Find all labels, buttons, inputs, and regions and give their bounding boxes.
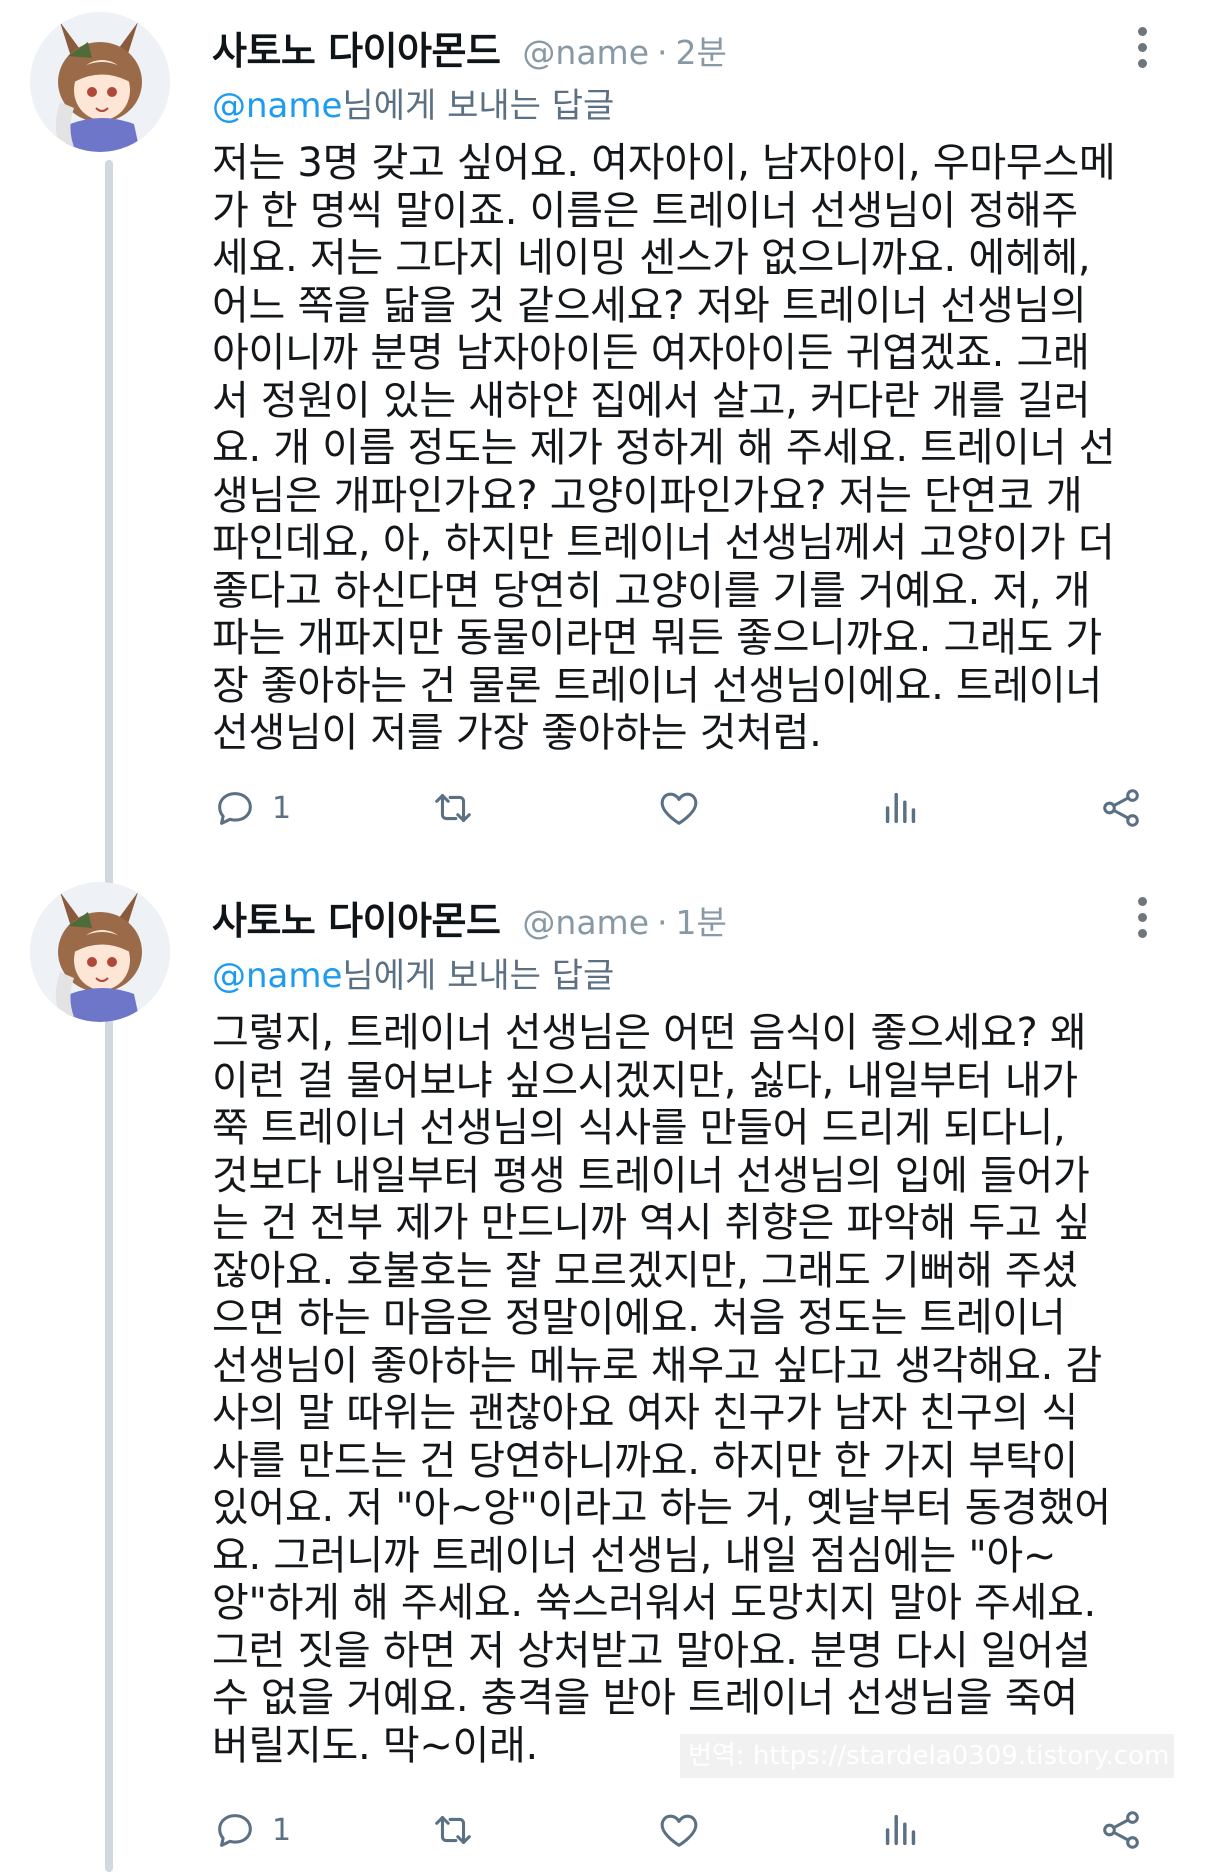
display-name[interactable]: 사토노 다이아몬드 xyxy=(212,20,501,75)
separator-dot: · xyxy=(657,33,668,72)
reply-button[interactable]: 1 xyxy=(212,1800,291,1860)
like-button[interactable] xyxy=(656,778,702,838)
share-button[interactable] xyxy=(1098,778,1144,838)
retweet-icon xyxy=(435,794,471,822)
user-handle[interactable]: @name xyxy=(522,33,649,72)
reply-icon xyxy=(218,1814,252,1847)
avatar[interactable] xyxy=(30,882,170,1022)
replying-to-label: 님에게 보내는 답글 xyxy=(342,86,615,126)
reply-icon xyxy=(218,792,252,825)
retweet-button[interactable] xyxy=(430,778,476,838)
like-button[interactable] xyxy=(656,1800,702,1860)
reply-to-handle-link[interactable]: @name xyxy=(212,956,342,996)
reply-count: 1 xyxy=(272,1812,292,1848)
separator-dot: · xyxy=(657,903,668,942)
retweet-icon xyxy=(435,1816,471,1844)
tweet-header: 사토노 다이아몬드 @name · 1분 xyxy=(212,890,727,943)
stats-icon xyxy=(885,792,916,824)
more-options-button[interactable] xyxy=(1122,22,1162,72)
like-icon xyxy=(660,1814,698,1847)
view-stats-button[interactable] xyxy=(878,1800,924,1860)
tweet-text: 그렇지, 트레이너 선생님은 어떤 음식이 좋으세요? 왜 이런 걸 물어보냐 … xyxy=(212,1010,1111,1769)
share-icon xyxy=(1103,1811,1139,1849)
replying-to-label: 님에게 보내는 답글 xyxy=(342,956,615,996)
like-icon xyxy=(660,792,698,825)
tweet[interactable]: 사토노 다이아몬드 @name · 1분 @name님에게 보내는 답글 그렇지… xyxy=(0,870,1220,1872)
user-handle[interactable]: @name xyxy=(522,903,649,942)
display-name[interactable]: 사토노 다이아몬드 xyxy=(212,890,501,945)
share-button[interactable] xyxy=(1098,1800,1144,1860)
replying-to: @name님에게 보내는 답글 xyxy=(212,78,614,127)
tweet[interactable]: 사토노 다이아몬드 @name · 2분 @name님에게 보내는 답글 저는 … xyxy=(0,0,1220,860)
tweet-actions: 1 xyxy=(212,1800,1172,1860)
avatar[interactable] xyxy=(30,12,170,152)
more-options-button[interactable] xyxy=(1122,892,1162,942)
translator-watermark: 번역: https://stardela0309.tistory.com xyxy=(680,1734,1174,1778)
share-icon xyxy=(1103,789,1139,827)
view-stats-button[interactable] xyxy=(878,778,924,838)
timestamp[interactable]: 2분 xyxy=(676,26,727,74)
reply-count: 1 xyxy=(272,790,292,826)
more-icon xyxy=(1137,896,1147,906)
stats-icon xyxy=(885,1814,916,1846)
tweet-header: 사토노 다이아몬드 @name · 2분 xyxy=(212,20,727,73)
tweet-actions: 1 xyxy=(212,778,1172,838)
reply-to-handle-link[interactable]: @name xyxy=(212,86,342,126)
tweet-text: 저는 3명 갖고 싶어요. 여자아이, 남자아이, 우마무스메 가 한 명씩 말… xyxy=(212,140,1116,756)
retweet-button[interactable] xyxy=(430,1800,476,1860)
more-icon xyxy=(1137,26,1147,36)
timestamp[interactable]: 1분 xyxy=(676,896,727,944)
replying-to: @name님에게 보내는 답글 xyxy=(212,948,614,997)
reply-button[interactable]: 1 xyxy=(212,778,291,838)
